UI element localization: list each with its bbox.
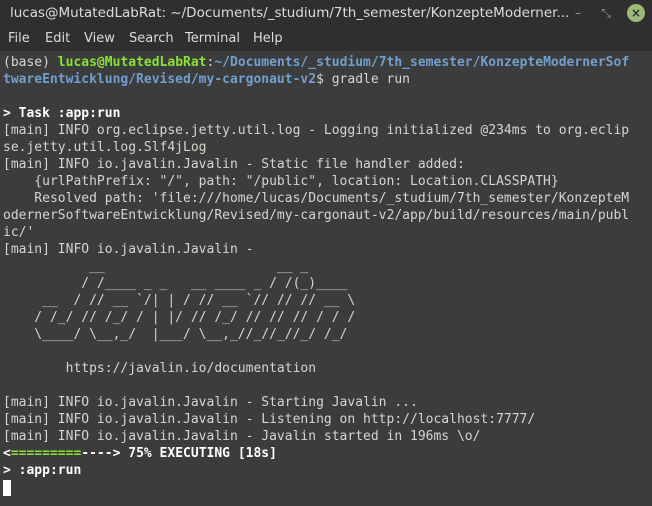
menu-file[interactable]: File — [8, 31, 30, 46]
command: gradle run — [331, 72, 411, 87]
current-task: > :app:run — [3, 463, 82, 478]
log-line: odernerSoftwareEntwicklung/Revised/my-ca… — [3, 208, 630, 223]
log-line: {urlPathPrefix: "/", path: "/public", lo… — [3, 174, 559, 189]
terminal-output[interactable]: (base) lucas@MutatedLabRat:~/Documents/_… — [0, 51, 652, 506]
log-line: [main] INFO io.javalin.Javalin - Startin… — [3, 395, 418, 410]
close-icon[interactable]: × — [627, 4, 645, 22]
progress-status: 75% EXECUTING [18s] — [120, 446, 277, 461]
banner-line: \____/ \__,_/ |___/ \__,_//_//_//_/ /_/ — [3, 327, 348, 342]
minimize-icon[interactable]: – — [569, 4, 587, 22]
menu-edit[interactable]: Edit — [45, 31, 70, 46]
text-cursor — [3, 480, 11, 496]
progress-bar: <=========----> 75% EXECUTING [18s] — [3, 445, 277, 462]
log-line: [main] INFO io.javalin.Javalin - Static … — [3, 157, 465, 172]
log-line: [main] INFO org.eclipse.jetty.util.log -… — [3, 123, 630, 138]
banner-line: __ __ _ — [3, 259, 309, 274]
prompt-dollar: $ — [316, 72, 332, 87]
prompt-line-cont: twareEntwicklung/Revised/my-cargonaut-v2… — [3, 71, 410, 88]
log-line: se.jetty.util.log.Slf4jLog — [3, 140, 207, 155]
banner-line: / /____ _ _ __ ____ _ / /(_)____ — [3, 276, 348, 291]
menu-view[interactable]: View — [84, 31, 115, 46]
task-header: > Task :app:run — [3, 106, 121, 121]
title-bar[interactable]: lucas@MutatedLabRat: ~/Documents/_studiu… — [0, 0, 652, 27]
menu-bar: File Edit View Search Terminal Help — [0, 27, 652, 51]
menu-search[interactable]: Search — [129, 31, 174, 46]
window-title: lucas@MutatedLabRat: ~/Documents/_studiu… — [10, 5, 570, 21]
progress-remaining: ----> — [81, 446, 121, 461]
docs-url: https://javalin.io/documentation — [3, 361, 317, 376]
menu-terminal[interactable]: Terminal — [185, 31, 240, 46]
log-line: Resolved path: 'file:///home/lucas/Docum… — [3, 191, 630, 206]
log-line: [main] INFO io.javalin.Javalin - — [3, 242, 254, 257]
prompt-user-host: lucas@MutatedLabRat — [57, 55, 207, 70]
maximize-icon[interactable]: ⤡ — [597, 4, 615, 22]
prompt-line: (base) lucas@MutatedLabRat:~/Documents/_… — [3, 54, 629, 71]
log-line: [main] INFO io.javalin.Javalin - Listeni… — [3, 412, 536, 427]
progress-open: < — [3, 446, 11, 461]
conda-env: (base) — [3, 55, 58, 70]
banner-line: __ / // __ `/| | / // __ `// // // __ \ — [3, 293, 356, 308]
progress-done: ========= — [10, 446, 82, 461]
prompt-path: ~/Documents/_studium/7th_semester/Konzep… — [214, 55, 630, 70]
prompt-path-cont: twareEntwicklung/Revised/my-cargonaut-v2 — [3, 72, 317, 87]
banner-line: / /_/ // /_/ / | |/ // /_/ // // // / / … — [3, 310, 356, 325]
log-line: [main] INFO io.javalin.Javalin - Javalin… — [3, 429, 481, 444]
log-line: ic/' — [3, 225, 35, 240]
menu-help[interactable]: Help — [253, 31, 283, 46]
